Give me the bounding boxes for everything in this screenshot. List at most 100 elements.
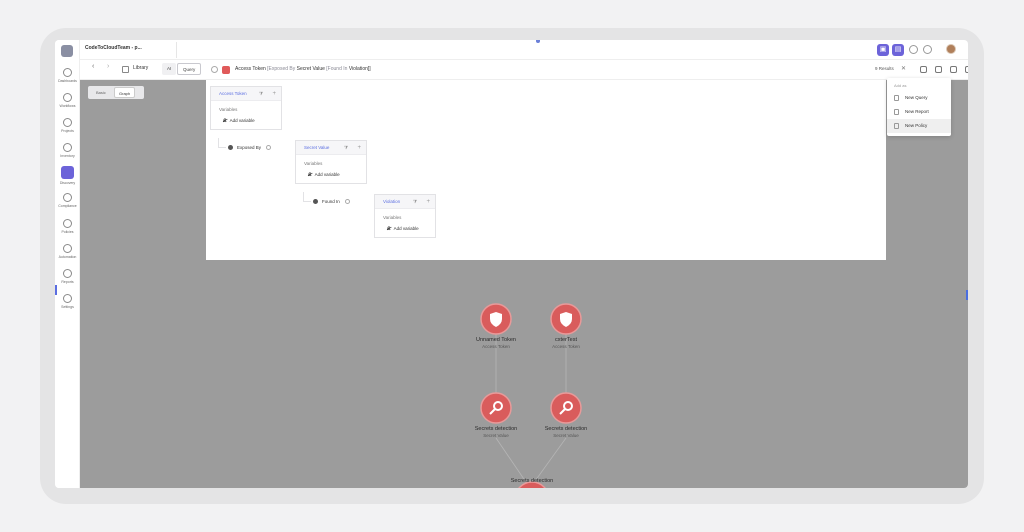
menu-title: Add as [894, 83, 907, 88]
info-icon[interactable] [344, 199, 350, 205]
sidebar-active-indicator [55, 285, 57, 295]
app-window: Dashboards Workflows Projects Inventory … [55, 40, 968, 488]
settings-icon [63, 294, 72, 303]
variable-icon: 𝓧 [308, 172, 312, 177]
filter-icon[interactable]: ⧩ [413, 195, 417, 209]
relation-dot [228, 145, 233, 151]
avatar[interactable] [946, 44, 956, 54]
add-variable-button[interactable]: 𝓧 Add variable [375, 224, 435, 237]
add-variable-button[interactable]: 𝓧 Add variable [296, 170, 366, 183]
graph-node-label: Secrets detection [474, 426, 518, 432]
save-icon[interactable] [965, 66, 968, 73]
graph-canvas[interactable]: Basic Graph Unnamed Token Access Token c… [80, 80, 968, 488]
reports-icon [63, 269, 72, 278]
relation-dot [313, 199, 318, 205]
policy-icon [894, 123, 899, 129]
connector [303, 192, 311, 202]
builder-node-title: Violation [383, 199, 401, 204]
sidebar-item-dashboards[interactable]: Dashboards [55, 68, 80, 92]
share-icon[interactable] [935, 66, 942, 73]
discovery-icon [61, 166, 74, 179]
menu-item-new-query[interactable]: New Query [887, 91, 951, 105]
scroll-indicator[interactable] [966, 290, 968, 300]
graph-node-unnamed-token[interactable] [480, 303, 512, 335]
workflow-icon [63, 93, 72, 102]
info-icon[interactable] [266, 145, 272, 151]
builder-node-title: Secret Value [304, 145, 330, 150]
sidebar: Dashboards Workflows Projects Inventory … [55, 40, 80, 488]
query-node-2: Secret Value [296, 66, 325, 72]
sidebar-item-policies[interactable]: Policies [55, 219, 80, 243]
library-button[interactable]: Library [133, 65, 148, 71]
graph-node-type: Secret Value [553, 433, 579, 438]
messages-icon[interactable] [923, 45, 932, 54]
graph-node-secrets-detection-2[interactable] [550, 392, 582, 424]
relation-found-in[interactable]: Found In [313, 199, 350, 205]
library-icon [122, 66, 129, 73]
projects-icon [63, 118, 72, 127]
sidebar-item-reports[interactable]: Reports [55, 269, 80, 293]
automation-icon [63, 244, 72, 253]
access-token-icon [222, 66, 230, 74]
add-variable-button[interactable]: 𝓧 Add variable [211, 116, 281, 129]
builder-node-secret-value[interactable]: Secret Value ⧩ + Variables 𝓧 Add variable [295, 140, 367, 184]
graph-node-label: cxterTest [554, 337, 577, 343]
sidebar-item-compliance[interactable]: Compliance [55, 193, 80, 217]
query-icon [894, 95, 899, 101]
query-toolbar: ‹ › Library AI Query Access Token [Expos… [80, 60, 968, 80]
variables-label: Variables [304, 161, 323, 166]
report-icon [894, 109, 899, 115]
variables-label: Variables [383, 215, 402, 220]
copy-icon[interactable] [950, 66, 957, 73]
top-indicator [536, 40, 540, 43]
query-text[interactable]: Access Token [Exposed By Secret Value [F… [235, 66, 371, 72]
graph-node-label: Secrets detection [544, 426, 588, 432]
add-as-menu: Add as New Query New Report New Policy [887, 78, 951, 136]
sidebar-item-projects[interactable]: Projects [55, 118, 80, 142]
graph-node-type: Secret Value [483, 433, 509, 438]
query-node-3: Violation]] [348, 66, 371, 72]
sidebar-item-workflows[interactable]: Workflows [55, 93, 80, 117]
chat-button[interactable]: ▣ [877, 44, 889, 56]
refresh-icon[interactable] [920, 66, 927, 73]
sidebar-item-discovery[interactable]: Discovery [55, 166, 80, 190]
back-button[interactable]: ‹ [92, 63, 94, 70]
inventory-icon [63, 143, 72, 152]
ai-tab[interactable]: AI [162, 63, 177, 75]
close-query-icon[interactable]: ✕ [901, 65, 906, 72]
menu-item-new-report[interactable]: New Report [887, 105, 951, 119]
compliance-icon [63, 193, 72, 202]
query-tab[interactable]: Query [177, 63, 202, 75]
forward-button[interactable]: › [107, 63, 109, 70]
menu-item-new-policy[interactable]: New Policy [887, 119, 951, 133]
divider [176, 42, 177, 58]
notifications-icon[interactable] [909, 45, 918, 54]
builder-node-violation[interactable]: Violation ⧩ + Variables 𝓧 Add variable [374, 194, 436, 238]
assistant-button[interactable]: ▤ [892, 44, 904, 56]
filter-icon[interactable]: ⧩ [344, 141, 348, 155]
results-count[interactable]: 9 Results [875, 66, 894, 71]
variables-label: Variables [219, 107, 238, 112]
sidebar-item-automation[interactable]: Automation [55, 244, 80, 268]
sidebar-item-inventory[interactable]: Inventory [55, 143, 80, 167]
connector [218, 138, 226, 148]
query-type-icon [211, 66, 218, 73]
add-icon[interactable]: + [272, 87, 276, 101]
dashboard-icon [63, 68, 72, 77]
query-node-1: Access Token [235, 66, 266, 72]
graph-node-secrets-detection-1[interactable] [480, 392, 512, 424]
graph-node-cxtertest[interactable] [550, 303, 582, 335]
filter-icon[interactable]: ⧩ [259, 87, 263, 101]
variable-icon: 𝓧 [223, 118, 227, 123]
builder-node-access-token[interactable]: Access Token ⧩ + Variables 𝓧 Add variable [210, 86, 282, 130]
graph-node-type: Access Token [552, 344, 580, 349]
variable-icon: 𝓧 [387, 226, 391, 231]
query-relation-2: [Found In [326, 66, 348, 72]
graph-node-label: Unnamed Token [476, 337, 516, 343]
add-icon[interactable]: + [426, 195, 430, 209]
add-icon[interactable]: + [357, 141, 361, 155]
workspace-selector[interactable]: CodeToCloudTeam - p... [85, 45, 142, 51]
sidebar-item-settings[interactable]: Settings [55, 294, 80, 318]
relation-exposed-by[interactable]: Exposed By [228, 145, 272, 151]
graph-node-type: Access Token [482, 344, 510, 349]
